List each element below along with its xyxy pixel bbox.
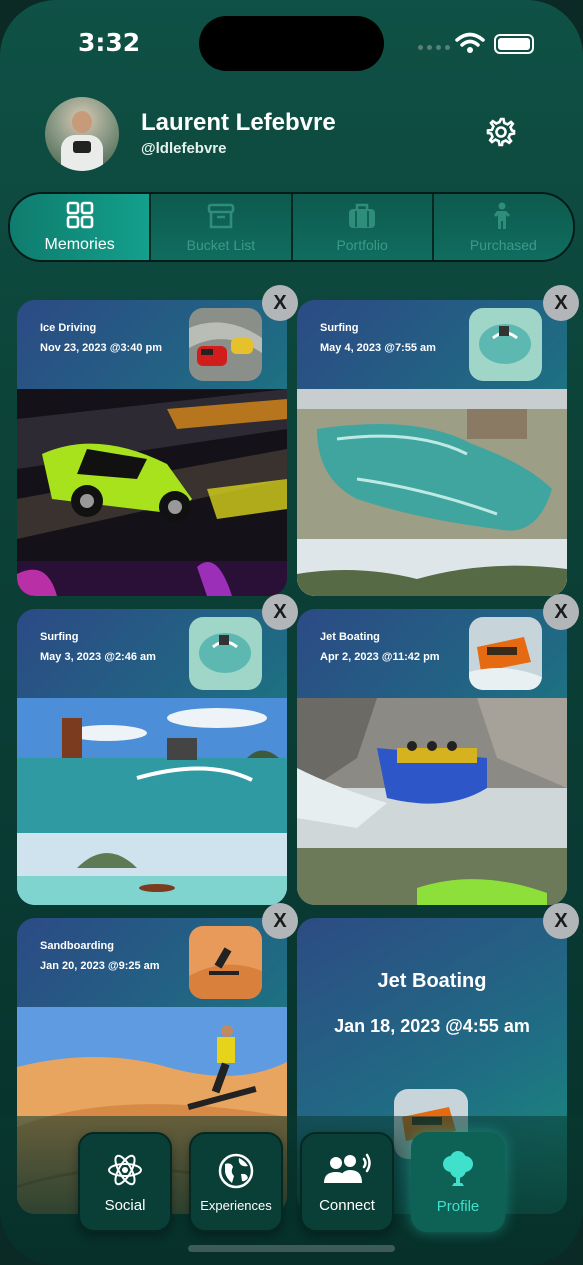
card-date: Jan 18, 2023 @4:55 am: [334, 1016, 530, 1036]
person-icon: [494, 202, 511, 229]
status-time: 3:32: [78, 28, 141, 57]
tab-bucket-list[interactable]: Bucket List: [151, 194, 293, 260]
card-title: Jet Boating: [377, 970, 487, 992]
close-icon[interactable]: X: [262, 285, 298, 321]
globe-icon: [218, 1153, 254, 1188]
close-icon[interactable]: X: [262, 903, 298, 939]
tab-memories[interactable]: Memories: [10, 194, 152, 260]
tab-label: Purchased: [469, 237, 537, 253]
profile-tabs: Memories Bucket List Portfolio Purchased: [8, 192, 575, 262]
atom-icon: [108, 1154, 142, 1185]
dynamic-island: [199, 16, 384, 71]
tab-label: Memories: [44, 236, 115, 253]
card-title: Surfing: [40, 631, 79, 643]
nav-connect[interactable]: Connect: [300, 1132, 394, 1232]
people-icon: [324, 1153, 371, 1183]
battery-icon: [494, 34, 534, 54]
profile-handle: @ldlefebvre: [141, 140, 227, 157]
nav-label: Connect: [319, 1196, 375, 1214]
memory-card[interactable]: Surfing May 3, 2023 @2:46 am: [17, 609, 287, 905]
card-title: Jet Boating: [320, 631, 380, 643]
cellular-signal-icon: [418, 45, 450, 50]
gear-icon[interactable]: [485, 116, 517, 148]
archive-box-icon: [207, 203, 235, 229]
card-photo: [17, 698, 287, 905]
card-photo: [297, 698, 567, 905]
profile-name: Laurent Lefebvre: [141, 109, 336, 136]
card-thumbnail: [469, 308, 542, 381]
card-title: Surfing: [320, 322, 359, 334]
card-date: Jan 20, 2023 @9:25 am: [40, 960, 160, 972]
tree-icon: [443, 1150, 473, 1186]
memory-card[interactable]: Surfing May 4, 2023 @7:55 am: [297, 300, 567, 596]
tab-portfolio[interactable]: Portfolio: [292, 194, 434, 260]
card-date: Nov 23, 2023 @3:40 pm: [40, 342, 163, 354]
card-date: May 3, 2023 @2:46 am: [40, 651, 156, 663]
tab-label: Portfolio: [336, 237, 388, 253]
nav-label: Experiences: [200, 1197, 272, 1213]
card-title: Sandboarding: [40, 940, 114, 952]
nav-label: Social: [104, 1196, 146, 1214]
tab-purchased[interactable]: Purchased: [433, 194, 573, 260]
card-thumbnail: [189, 617, 262, 690]
card-photo: [297, 389, 567, 596]
grid-icon: [66, 201, 93, 229]
card-title: Ice Driving: [40, 322, 97, 334]
nav-experiences[interactable]: Experiences: [189, 1132, 283, 1232]
close-icon[interactable]: X: [262, 594, 298, 630]
card-date: Apr 2, 2023 @11:42 pm: [320, 651, 440, 663]
close-icon[interactable]: X: [543, 285, 579, 321]
nav-social[interactable]: Social: [78, 1132, 172, 1232]
status-bar: 3:32: [0, 0, 583, 90]
close-icon[interactable]: X: [543, 903, 579, 939]
memory-card[interactable]: Ice Driving Nov 23, 2023 @3:40 pm: [17, 300, 287, 596]
tab-label: Bucket List: [186, 237, 256, 253]
card-thumbnail: [189, 926, 262, 999]
nav-profile[interactable]: Profile: [411, 1132, 505, 1232]
wifi-icon: [455, 32, 485, 53]
home-indicator[interactable]: [188, 1245, 395, 1252]
card-thumbnail: [189, 308, 262, 381]
card-thumbnail: [469, 617, 542, 690]
nav-label: Profile: [436, 1197, 480, 1215]
suitcase-icon: [349, 203, 376, 228]
memory-card[interactable]: Jet Boating Apr 2, 2023 @11:42 pm: [297, 609, 567, 905]
close-icon[interactable]: X: [543, 594, 579, 630]
avatar[interactable]: [45, 97, 119, 171]
app-screen: 3:32 Laurent Lefebvre @ldlefebvre Memori…: [0, 0, 583, 1265]
card-photo: [17, 389, 287, 596]
card-date: May 4, 2023 @7:55 am: [320, 342, 436, 354]
